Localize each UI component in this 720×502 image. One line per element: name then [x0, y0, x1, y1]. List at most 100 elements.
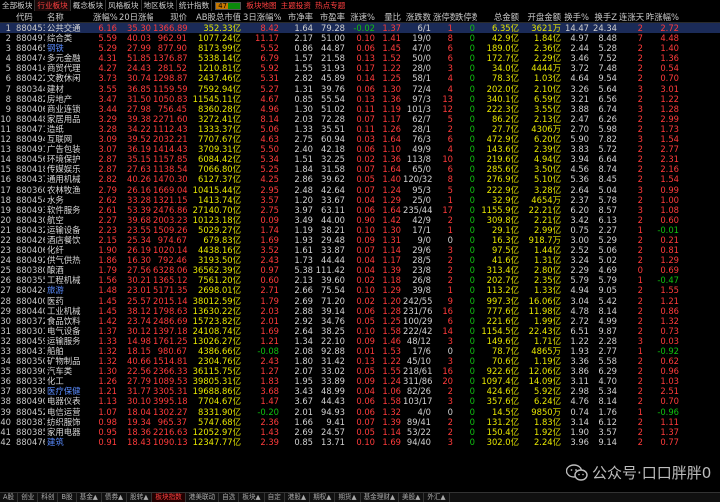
cell-code: 880493: [16, 204, 45, 215]
market-tab-11[interactable]: 自定: [265, 493, 285, 502]
column-header-11[interactable]: 量比: [377, 11, 403, 22]
market-tab-1[interactable]: 创业: [18, 493, 39, 502]
market-tab-14[interactable]: 期货▲: [335, 493, 361, 502]
column-header-6[interactable]: AB股总市值: [189, 11, 243, 22]
table-row[interactable]: 41 880385 家用电器 0.95 18.36 2216.63 12052.97亿 1.4…: [0, 427, 720, 437]
cell-pe: 1.33: [294, 123, 313, 134]
table-row[interactable]: 1 880453 公共交通 6.16 35.30 1366.89 352.33亿 8.42 1.…: [0, 23, 720, 34]
market-tab-7[interactable]: 板块指数: [152, 493, 186, 502]
table-row[interactable]: 19 880493 软件服务 2.61 53.39 2476.86 27140.70亿 2.7…: [0, 205, 720, 215]
table-row[interactable]: 20 880430 航空 2.27 39.68 2003.23 10123.18亿 0.09 3…: [0, 215, 720, 225]
table-row[interactable]: 9 880406 商业连锁 3.44 27.98 756.45 8360.28亿 4.96 1.…: [0, 104, 720, 114]
market-tab-8[interactable]: 港美联动: [186, 493, 220, 502]
extra-tab-0[interactable]: 板块地图: [244, 0, 278, 11]
table-row[interactable]: 11 880471 造纸 3.28 34.22 1112.43 1333.37亿 5.06 1.…: [0, 124, 720, 134]
table-row[interactable]: 25 880380 酿酒 1.79 27.56 6328.06 36562.39亿 0.97 5…: [0, 265, 720, 275]
table-row[interactable]: 24 880492 供气供热 1.86 16.30 792.46 3193.50亿 2.43 1…: [0, 255, 720, 265]
table-row[interactable]: 6 880422 文教休闲 3.73 30.74 1298.87 2437.46亿 5.31 2…: [0, 73, 720, 83]
market-tab-13[interactable]: 期权▲: [310, 493, 336, 502]
table-row[interactable]: 4 880474 多元金融 4.31 51.85 1376.87 5338.14亿 6.79 1…: [0, 53, 720, 63]
market-tab-4[interactable]: 基金▲: [77, 493, 102, 502]
table-row[interactable]: 40 880387 纺织服饰 0.98 19.34 965.37 5747.68亿 2.36 1…: [0, 417, 720, 427]
table-row[interactable]: 2 880497 综合类 5.59 40.03 962.91 1077.24亿 11.17 2.…: [0, 33, 720, 43]
tab-5[interactable]: 统计指数: [177, 0, 213, 11]
table-row[interactable]: 39 880452 电信运营 1.07 18.04 1302.27 8331.90亿 -0.2…: [0, 407, 720, 417]
table-row[interactable]: 7 880344 建材 3.55 36.85 1159.59 7592.94亿 5.27 1.3…: [0, 84, 720, 94]
column-header-18[interactable]: 换手Z: [591, 11, 619, 22]
column-header-10[interactable]: 涨速%: [347, 11, 377, 22]
column-header-1[interactable]: 代码: [13, 11, 45, 22]
cell-vr: 1.58: [382, 325, 401, 336]
market-tab-17[interactable]: 外汇▲: [424, 493, 450, 502]
table-row[interactable]: 34 880350 矿物制品 1.32 40.66 1514.81 2304.76亿 2.43…: [0, 356, 720, 366]
market-tab-2[interactable]: 科创: [38, 493, 59, 502]
market-tab-15[interactable]: 基金理财▲: [361, 493, 400, 502]
column-header-17[interactable]: 换手%: [563, 11, 591, 22]
table-row[interactable]: 13 880491 广告包装 3.07 36.19 1414.43 3709.31亿 5.50…: [0, 144, 720, 154]
market-tab-9[interactable]: 自选: [219, 493, 240, 502]
column-header-14[interactable]: 跌停数: [455, 11, 477, 22]
market-tab-0[interactable]: A股: [0, 493, 19, 502]
column-header-13[interactable]: 涨停数: [433, 11, 455, 22]
table-row[interactable]: 10 880448 家居用品 3.29 39.38 2271.60 3272.41亿 8.14…: [0, 114, 720, 124]
table-row[interactable]: 30 880372 食品饮料 1.42 23.74 2486.69 15723.82亿 2.0…: [0, 316, 720, 326]
cell-yp: -0.01: [657, 224, 679, 235]
market-tab-12[interactable]: 港股▲: [285, 493, 311, 502]
table-row[interactable]: 42 880476 建筑 0.91 18.43 1090.13 12347.77亿 2.39 0…: [0, 437, 720, 447]
column-header-15[interactable]: 总金额: [477, 11, 521, 22]
tab-4[interactable]: 地区板块: [142, 0, 177, 11]
table-row[interactable]: 28 880400 医药 1.45 25.57 2015.14 38012.59亿 1.79 2…: [0, 296, 720, 306]
table-row[interactable]: 21 880432 运输设备 2.23 23.55 1509.26 5029.27亿 1.74…: [0, 225, 720, 235]
table-row[interactable]: 29 880440 工业机械 1.45 38.12 1798.63 13630.22亿 2.0…: [0, 306, 720, 316]
tab-0[interactable]: 全部板块: [0, 0, 36, 11]
market-tab-3[interactable]: B股: [58, 493, 77, 502]
tab-2[interactable]: 概念板块: [71, 0, 107, 11]
table-row[interactable]: 37 880398 医疗保健 1.21 31.77 3305.31 19688.86亿 3.6…: [0, 386, 720, 396]
table-row[interactable]: 5 880414 商贸代理 4.27 24.43 281.52 1210.81亿 5.92 1.…: [0, 63, 720, 73]
column-header-3[interactable]: 涨幅%↓: [93, 11, 119, 22]
table-row[interactable]: 32 880459 运输服务 1.33 14.98 1761.25 13026.27亿 1.2…: [0, 336, 720, 346]
table-row[interactable]: 26 880355 工程机械 1.56 30.21 1365.12 7561.20亿 0.60…: [0, 275, 720, 285]
market-tab-10[interactable]: 板块▲: [239, 493, 265, 502]
column-header-20[interactable]: 昨涨幅%: [645, 11, 681, 22]
column-header-2[interactable]: 名称: [45, 11, 93, 22]
table-row[interactable]: 22 880426 酒店餐饮 2.15 25.34 974.67 679.83亿 1.69 1.…: [0, 235, 720, 245]
column-header-8[interactable]: 市净率: [281, 11, 315, 22]
column-header-4[interactable]: 20日涨幅%: [119, 11, 153, 22]
cell-name: 工业机械: [47, 305, 81, 316]
cell-ld: 0: [469, 154, 475, 165]
table-row[interactable]: 36 880335 化工 1.26 27.79 1089.53 39805.31亿 1.83 1…: [0, 376, 720, 386]
cell-i: 40: [0, 416, 11, 427]
cell-tz: 7.52: [598, 53, 617, 64]
table-row[interactable]: 23 880406 化纤 1.90 26.19 1020.14 4438.16亿 3.52 1.…: [0, 245, 720, 255]
column-header-7[interactable]: 3日涨幅%: [243, 11, 281, 22]
cell-price: 2476.86: [153, 204, 188, 215]
column-header-12[interactable]: 涨跌数: [403, 11, 433, 22]
table-row[interactable]: 38 880490 电器仪表 1.13 30.10 3995.18 7704.67亿 1.47…: [0, 396, 720, 406]
column-header-5[interactable]: 现价: [153, 11, 189, 22]
column-header-19[interactable]: 连涨天: [619, 11, 645, 22]
column-header-0[interactable]: [0, 11, 13, 22]
market-tab-5[interactable]: 债券▲: [102, 493, 128, 502]
table-row[interactable]: 31 880301 电气设备 1.37 30.12 1397.18 24108.74亿 1.6…: [0, 326, 720, 336]
market-tab-16[interactable]: 美股▲: [399, 493, 425, 502]
table-row[interactable]: 16 880437 通用机械 2.82 40.26 1470.30 6127.37亿 4.25…: [0, 174, 720, 184]
tab-3[interactable]: 风格板块: [106, 0, 142, 11]
table-row[interactable]: 18 880454 水务 2.62 33.28 1321.15 1413.74亿 3.57 1.…: [0, 195, 720, 205]
tab-1[interactable]: 行业板块: [35, 0, 71, 11]
cell-d3: 5.25: [260, 164, 279, 175]
market-tab-6[interactable]: 股转▲: [127, 493, 153, 502]
table-row[interactable]: 14 880456 环境保护 2.87 35.15 1157.85 6084.42亿 5.34…: [0, 154, 720, 164]
table-row[interactable]: 12 880494 互联网 3.09 39.52 2032.21 7707.67亿 4.63 2…: [0, 134, 720, 144]
extra-tab-1[interactable]: 主题投资: [279, 0, 313, 11]
extra-tab-2[interactable]: 热点专题: [313, 0, 347, 11]
table-row[interactable]: 3 880465 钢铁 5.29 27.99 877.90 8173.99亿 5.52 0.86…: [0, 43, 720, 53]
table-row[interactable]: 8 880482 房地产 3.47 31.50 1050.83 11545.11亿 4.67 0…: [0, 94, 720, 104]
table-row[interactable]: 17 880360 农林牧渔 2.79 26.16 1669.04 10415.44亿 2.9…: [0, 185, 720, 195]
column-header-16[interactable]: 开盘金额: [521, 11, 563, 22]
table-row[interactable]: 27 880424 旅游 1.48 23.01 5171.35 2698.01亿 2.71 2.…: [0, 285, 720, 295]
table-row[interactable]: 33 880431 船舶 1.32 18.15 980.67 4386.66亿 -0.08 2.…: [0, 346, 720, 356]
table-row[interactable]: 15 880418 传媒娱乐 2.87 27.63 1138.54 7066.80亿 5.25…: [0, 164, 720, 174]
column-header-9[interactable]: 市盈率: [315, 11, 347, 22]
table-row[interactable]: 35 880390 汽车类 1.30 22.56 2366.33 36115.75亿 1.27…: [0, 366, 720, 376]
